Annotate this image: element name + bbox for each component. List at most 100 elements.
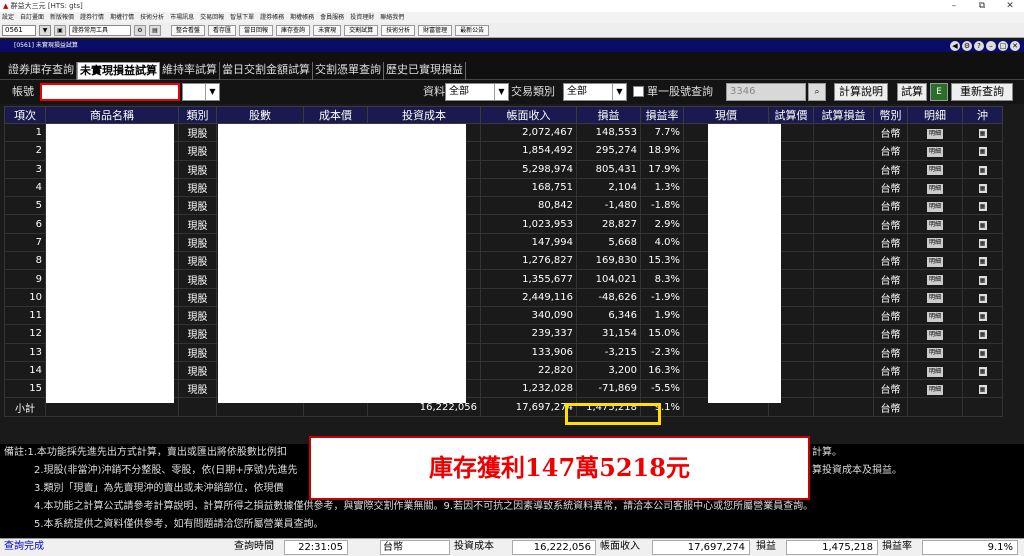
minimize-icon[interactable]: – [986, 41, 996, 51]
detail-button[interactable]: 明細 [927, 329, 943, 340]
toolbar-button[interactable]: 庫存查詢 [276, 24, 311, 36]
offset-icon[interactable]: ▦ [978, 348, 987, 358]
offset-icon[interactable]: ▦ [978, 257, 987, 267]
toolbar-button[interactable]: 看存匯 [208, 24, 237, 36]
maximize-icon[interactable]: □ [998, 41, 1008, 51]
col-header[interactable]: 明細 [907, 106, 963, 124]
detail-button[interactable]: 明細 [927, 128, 943, 139]
detail-button[interactable]: 明細 [927, 183, 943, 194]
menu-item[interactable]: 新版報價 [50, 14, 74, 21]
col-header[interactable]: 試算價 [768, 106, 814, 124]
search-icon[interactable]: ⌕ [808, 83, 826, 101]
back-icon[interactable]: ◀ [950, 41, 960, 51]
col-header[interactable]: 商品名稱 [45, 106, 179, 124]
col-header[interactable]: 沖 [962, 106, 1003, 124]
offset-icon[interactable]: ▦ [978, 184, 987, 194]
account-input[interactable] [40, 83, 180, 101]
detail-button[interactable]: 明細 [927, 220, 943, 231]
detail-button[interactable]: 明細 [927, 275, 943, 286]
stock-code-input[interactable]: 0561 [2, 24, 36, 36]
col-header[interactable]: 投資成本 [367, 106, 481, 124]
data-select[interactable]: 全部 ▼ [445, 83, 509, 101]
tab-realized[interactable]: 歷史已實現損益 [384, 62, 466, 80]
close-icon[interactable]: ✕ [1010, 41, 1020, 51]
offset-icon[interactable]: ▦ [978, 165, 987, 175]
detail-button[interactable]: 明細 [927, 366, 943, 377]
help-icon[interactable]: ? [974, 41, 984, 51]
close-button[interactable]: ✕ [996, 0, 1024, 12]
col-header[interactable]: 現價 [683, 106, 769, 124]
offset-icon[interactable]: ▦ [978, 220, 987, 230]
menu-item[interactable]: 聯絡我們 [380, 14, 404, 21]
menu-item[interactable]: 設定 [2, 14, 14, 21]
gear-icon[interactable]: ⚙ [962, 41, 972, 51]
detail-button[interactable]: 明細 [927, 238, 943, 249]
offset-icon[interactable]: ▦ [978, 367, 987, 376]
toolbar-button[interactable]: 最新公告 [455, 24, 490, 36]
menu-item[interactable]: 智慧下單 [230, 14, 254, 21]
offset-icon[interactable]: ▦ [978, 330, 987, 340]
offset-icon[interactable]: ▦ [978, 129, 987, 139]
calc-desc-button[interactable]: 計算說明 [834, 83, 888, 101]
toolbar-button[interactable]: 技術分析 [381, 24, 416, 36]
offset-icon[interactable]: ▦ [978, 147, 987, 157]
toolbar-button[interactable]: 未實現 [313, 24, 342, 36]
col-header[interactable]: 帳面收入 [480, 106, 577, 124]
offset-icon[interactable]: ▦ [978, 312, 987, 322]
menu-item[interactable]: 自訂畫面 [20, 14, 44, 21]
window-icon[interactable]: ▣ [54, 24, 66, 36]
single-code-input[interactable]: 3346 [726, 83, 806, 101]
trial-button[interactable]: 試算 [897, 83, 927, 101]
tab-unrealized[interactable]: 未實現損益試算 [77, 62, 160, 80]
tab-settlement[interactable]: 當日交割金額試算 [220, 62, 313, 80]
tab-maintenance[interactable]: 維持率試算 [160, 62, 220, 80]
trade-type-select[interactable]: 全部 ▼ [563, 83, 627, 101]
col-header[interactable]: 股數 [216, 106, 304, 124]
tool-select[interactable]: 證券常用工具 [69, 24, 131, 36]
detail-button[interactable]: 明細 [927, 293, 943, 304]
offset-icon[interactable]: ▦ [978, 385, 987, 395]
detail-button[interactable]: 明細 [927, 165, 943, 176]
toolbar-button[interactable]: 交割試算 [344, 24, 379, 36]
offset-icon[interactable]: ▦ [978, 293, 987, 303]
toolbar-button[interactable]: 當日回報 [239, 24, 274, 36]
menu-item[interactable]: 證券帳務 [260, 14, 284, 21]
tab-inventory[interactable]: 證券庫存查詢 [6, 62, 77, 80]
single-query-checkbox[interactable] [633, 86, 644, 97]
menu-item[interactable]: 市場訊息 [170, 14, 194, 21]
excel-icon[interactable]: E [930, 83, 948, 101]
chevron-down-icon[interactable]: ▼ [39, 24, 51, 36]
currency-select[interactable]: 台幣 [380, 540, 450, 555]
restore-button[interactable]: ⧉ [968, 0, 996, 12]
offset-icon[interactable]: ▦ [978, 238, 987, 248]
col-header[interactable]: 損益率 [640, 106, 684, 124]
detail-button[interactable]: 明細 [927, 384, 943, 395]
account-dropdown[interactable]: ▼ [182, 83, 220, 101]
detail-button[interactable]: 明細 [927, 311, 943, 322]
col-header[interactable]: 幣別 [873, 106, 908, 124]
detail-button[interactable]: 明細 [927, 201, 943, 212]
menu-item[interactable]: 會員服務 [320, 14, 344, 21]
col-header[interactable]: 成本價 [303, 106, 368, 124]
requery-button[interactable]: 重新查詢 [951, 83, 1013, 101]
menu-item[interactable]: 投資理財 [350, 14, 374, 21]
tab-voucher[interactable]: 交割憑單查詢 [313, 62, 384, 80]
layout-icon[interactable]: ▤ [149, 24, 161, 36]
gear-icon[interactable]: ⚙ [134, 24, 146, 36]
col-header[interactable]: 損益 [576, 106, 641, 124]
menu-item[interactable]: 證券行情 [80, 14, 104, 21]
toolbar-button[interactable]: 整合看盤 [171, 24, 206, 36]
col-header[interactable]: 試算損益 [813, 106, 874, 124]
menu-item[interactable]: 期權行情 [110, 14, 134, 21]
detail-button[interactable]: 明細 [927, 256, 943, 267]
menu-item[interactable]: 交易回報 [200, 14, 224, 21]
detail-button[interactable]: 明細 [927, 146, 943, 157]
col-header[interactable]: 類別 [178, 106, 217, 124]
menu-item[interactable]: 技術分析 [140, 14, 164, 21]
offset-icon[interactable]: ▦ [978, 275, 987, 285]
minimize-button[interactable]: – [940, 0, 968, 12]
col-header[interactable]: 項次 [4, 106, 46, 124]
detail-button[interactable]: 明細 [927, 348, 943, 359]
toolbar-button[interactable]: 財富管理 [418, 24, 453, 36]
offset-icon[interactable]: ▦ [978, 202, 987, 212]
